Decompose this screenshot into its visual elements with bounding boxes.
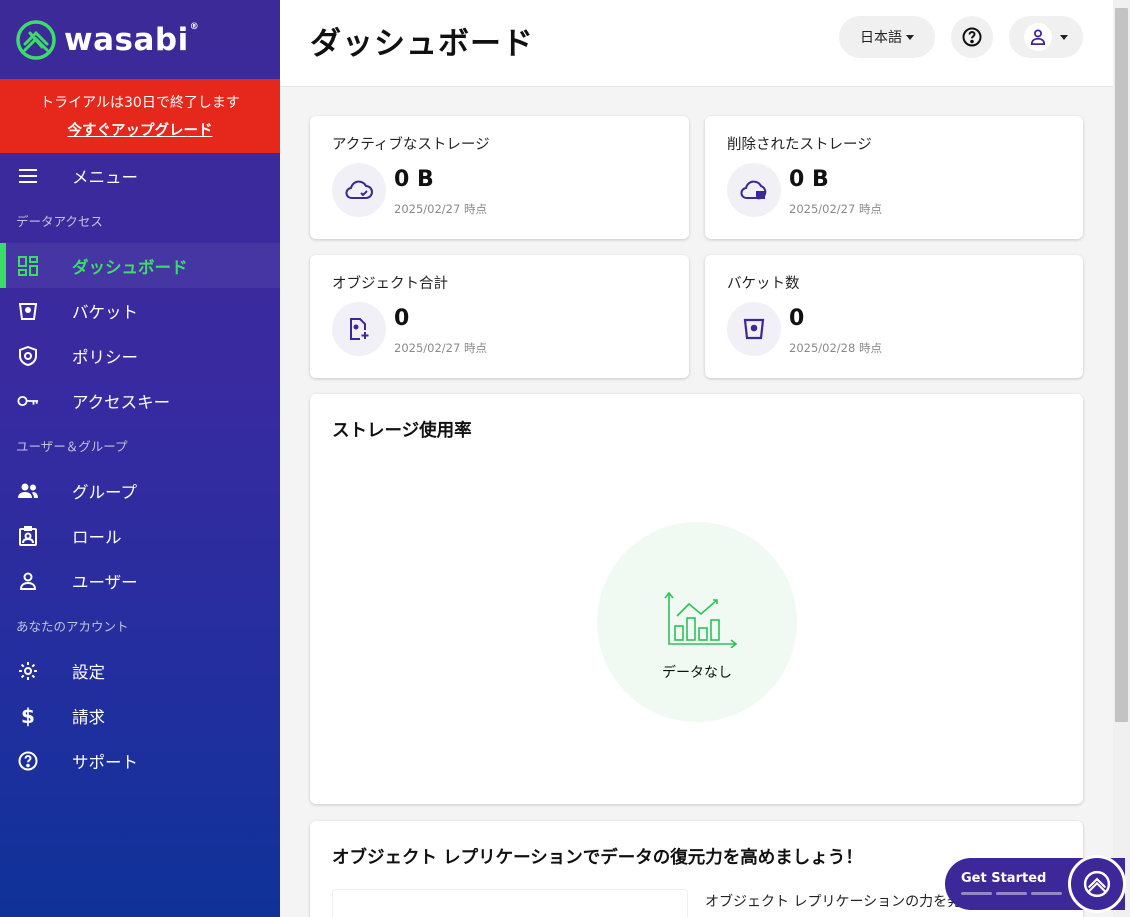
stat-date: 2025/02/27 時点 xyxy=(394,202,487,216)
stat-card-total-objects: オブジェクト合計 0 2025/02/27 時点 xyxy=(310,255,689,378)
empty-state: データなし xyxy=(597,522,797,722)
stat-date: 2025/02/27 時点 xyxy=(789,202,882,216)
help-circle-icon xyxy=(17,750,39,772)
replication-description: オブジェクト レプリケーションの力を発 xyxy=(705,894,962,910)
help-icon xyxy=(962,27,982,47)
storage-usage-card: ストレージ使用率 データなし xyxy=(310,394,1083,804)
scrollbar-thumb[interactable] xyxy=(1115,8,1128,722)
dollar-icon: $ xyxy=(21,703,35,728)
stat-card-bucket-count: バケット数 0 2025/02/28 時点 xyxy=(705,255,1083,378)
sidebar-item-billing[interactable]: $ 請求 xyxy=(0,693,280,738)
sidebar-item-label: 請求 xyxy=(72,707,105,727)
bucket-icon xyxy=(17,300,39,322)
menu-toggle[interactable]: メニュー xyxy=(0,153,280,198)
sidebar-item-settings[interactable]: 設定 xyxy=(0,648,280,693)
help-button[interactable] xyxy=(951,16,993,58)
sidebar-item-label: バケット xyxy=(72,302,138,322)
language-label: 日本語 xyxy=(860,30,902,46)
sidebar-item-label: 設定 xyxy=(72,662,105,682)
stat-value: 0 B xyxy=(789,167,829,192)
sidebar-item-label: アクセスキー xyxy=(72,392,171,412)
replication-illustration xyxy=(332,889,688,917)
cloud-lock-icon xyxy=(727,163,781,217)
hamburger-icon xyxy=(17,165,39,187)
wasabi-logo-icon xyxy=(1083,870,1111,898)
language-selector[interactable]: 日本語 xyxy=(839,16,935,58)
sidebar-item-label: グループ xyxy=(72,482,138,502)
sidebar-item-label: ポリシー xyxy=(72,347,138,367)
shield-icon xyxy=(17,345,39,367)
user-icon xyxy=(17,570,39,592)
trial-notice: トライアルは30日で終了します xyxy=(40,95,240,111)
stat-card-active-storage: アクティブなストレージ 0 B 2025/02/27 時点 xyxy=(310,116,689,239)
stat-label: バケット数 xyxy=(727,276,800,292)
sidebar-item-label: ロール xyxy=(72,527,122,547)
sidebar-item-label: ダッシュボード xyxy=(72,257,188,277)
top-header: ダッシュボード 日本語 xyxy=(280,0,1113,87)
key-icon xyxy=(17,390,39,412)
gear-icon xyxy=(17,660,39,682)
caret-down-icon xyxy=(1060,34,1068,40)
stat-date: 2025/02/28 時点 xyxy=(789,341,882,355)
card-title: ストレージ使用率 xyxy=(332,421,472,441)
sidebar-item-buckets[interactable]: バケット xyxy=(0,288,280,333)
menu-label: メニュー xyxy=(72,167,138,187)
sidebar-item-groups[interactable]: グループ xyxy=(0,468,280,513)
sidebar-item-label: サポート xyxy=(72,752,138,772)
sidebar-item-dashboard[interactable]: ダッシュボード xyxy=(0,243,280,288)
stat-value: 0 xyxy=(394,306,410,331)
dashboard-icon xyxy=(17,255,39,277)
section-data-access: データアクセス xyxy=(16,214,103,229)
stat-label: アクティブなストレージ xyxy=(332,137,490,153)
trial-banner: トライアルは30日で終了します 今すぐアップグレード xyxy=(0,79,280,153)
bucket-icon xyxy=(727,302,781,356)
stat-label: オブジェクト合計 xyxy=(332,276,448,292)
stat-card-deleted-storage: 削除されたストレージ 0 B 2025/02/27 時点 xyxy=(705,116,1083,239)
avatar xyxy=(1024,23,1052,51)
wasabi-logo-icon xyxy=(16,19,56,60)
empty-text: データなし xyxy=(662,665,732,681)
stat-label: 削除されたストレージ xyxy=(727,137,872,153)
get-started-label: Get Started xyxy=(961,871,1047,886)
sidebar-item-access-keys[interactable]: アクセスキー xyxy=(0,378,280,423)
stat-value: 0 B xyxy=(394,167,434,192)
chart-empty-icon xyxy=(664,592,738,648)
page-title: ダッシュボード xyxy=(310,26,534,62)
progress-bars xyxy=(961,892,1062,895)
group-icon xyxy=(17,480,39,502)
user-menu-button[interactable] xyxy=(1009,16,1083,58)
sidebar-item-users[interactable]: ユーザー xyxy=(0,558,280,603)
sidebar-item-roles[interactable]: ロール xyxy=(0,513,280,558)
scrollbar[interactable] xyxy=(1113,0,1130,917)
card-title: オブジェクト レプリケーションでデータの復元力を高めましょう！ xyxy=(332,848,863,868)
badge-icon xyxy=(17,525,39,547)
sidebar-item-policies[interactable]: ポリシー xyxy=(0,333,280,378)
sidebar: wasabi® トライアルは30日で終了します 今すぐアップグレード メニュー … xyxy=(0,0,280,917)
file-add-icon xyxy=(332,302,386,356)
wasabi-badge-icon[interactable] xyxy=(1068,855,1126,913)
caret-down-icon xyxy=(906,34,914,40)
upgrade-link[interactable]: 今すぐアップグレード xyxy=(68,119,213,140)
section-users-groups: ユーザー＆グループ xyxy=(16,439,128,454)
sidebar-item-support[interactable]: サポート xyxy=(0,738,280,783)
stat-value: 0 xyxy=(789,306,805,331)
brand-name: wasabi® xyxy=(64,21,200,58)
cloud-check-icon xyxy=(332,163,386,217)
stat-date: 2025/02/27 時点 xyxy=(394,341,487,355)
logo[interactable]: wasabi® xyxy=(0,0,280,79)
sidebar-item-label: ユーザー xyxy=(72,572,138,592)
user-avatar-icon xyxy=(1030,29,1046,45)
section-your-account: あなたのアカウント xyxy=(16,619,129,634)
